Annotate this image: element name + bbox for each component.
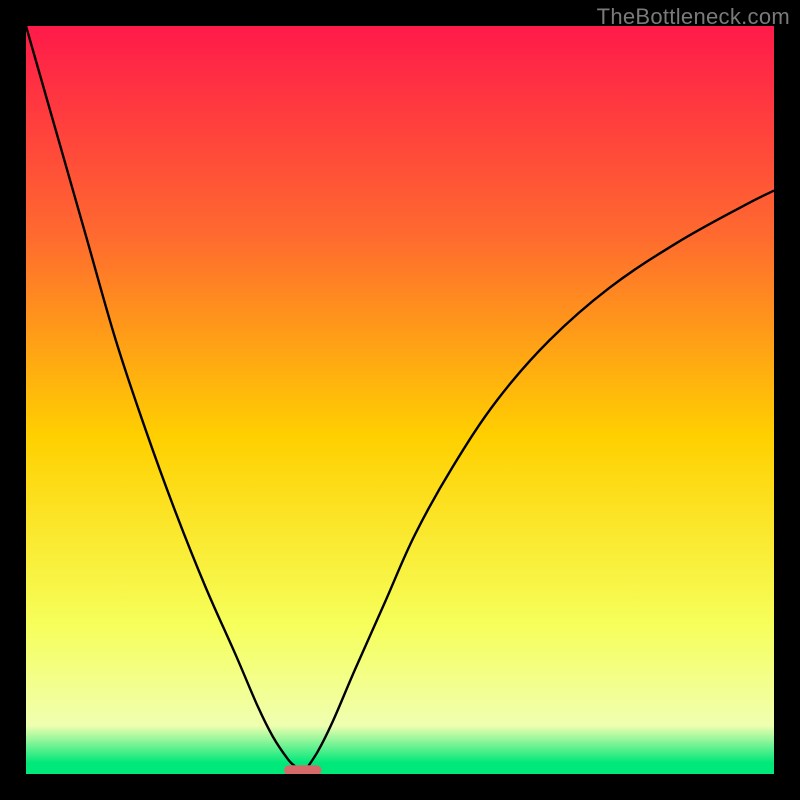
watermark-text: TheBottleneck.com	[597, 4, 790, 30]
gradient-background	[26, 26, 774, 774]
chart-frame	[26, 26, 774, 774]
bottleneck-chart	[26, 26, 774, 774]
notch-marker	[284, 765, 321, 774]
